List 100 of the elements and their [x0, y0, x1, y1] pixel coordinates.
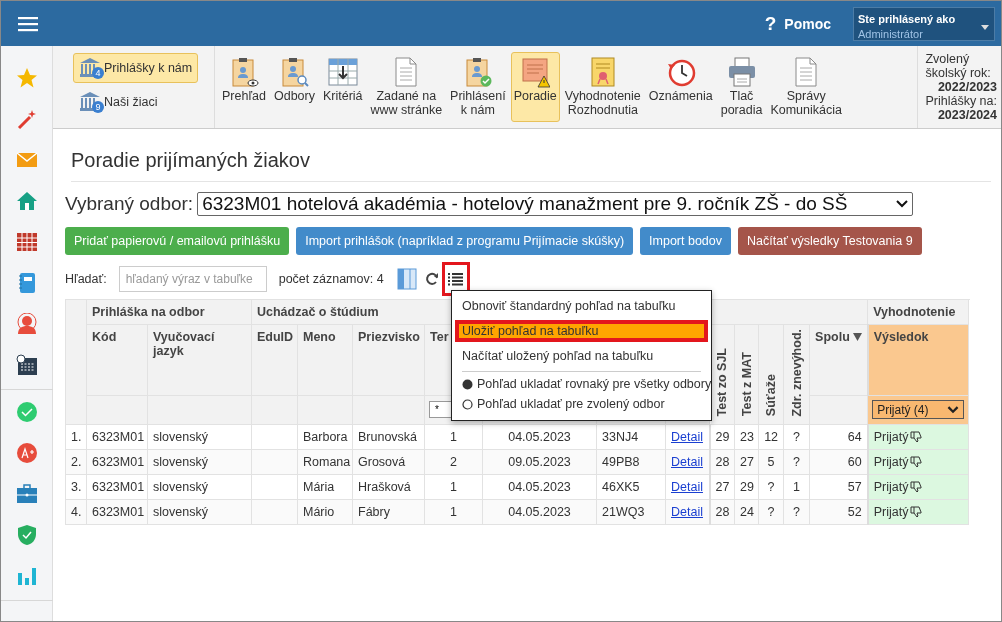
column-header: Meno [297, 324, 353, 396]
table-cell: 1 [424, 424, 483, 449]
thumbs-down-icon[interactable] [910, 455, 923, 468]
page-title: Poradie prijímaných žiakov [71, 149, 991, 182]
menu-item[interactable]: Uložiť pohľad na tabuľku [455, 320, 708, 342]
column-group-header: Prihláška na odbor [86, 299, 252, 325]
building-icon [79, 91, 101, 113]
toolbar-button[interactable]: Zadané na www stránke [367, 52, 446, 122]
applications-label: Prihlášky na: [925, 94, 997, 108]
toolbar-button[interactable]: Odbory [270, 52, 318, 122]
thumbs-down-icon[interactable] [910, 430, 923, 443]
refresh-icon[interactable] [424, 272, 439, 286]
user-name: Administrátor [858, 27, 923, 40]
toolbar-button[interactable]: Prehľad [219, 52, 269, 122]
table-cell: slovenský [147, 424, 252, 449]
action-button[interactable]: Načítať výsledky Testovania 9 [738, 227, 922, 255]
building-icon [79, 57, 101, 79]
table-cell: 04.05.2023 [482, 424, 597, 449]
column-header: Súťaže [764, 374, 779, 417]
table-cell: Brunovská [352, 424, 425, 449]
column-header[interactable]: Spolu [809, 324, 868, 396]
result-filter-dropdown[interactable]: Prijatý (4) [872, 400, 965, 420]
table-cell: ? [783, 424, 810, 449]
magic-wand-icon[interactable] [15, 108, 38, 130]
warning-document-icon [520, 56, 551, 88]
table-cell: 6323M01 [86, 424, 148, 449]
shield-icon[interactable] [15, 524, 38, 546]
year-label: Zvolený školský rok: [925, 52, 992, 80]
table-cell: 04.05.2023 [482, 474, 597, 499]
action-button[interactable]: Import prihlášok (napríklad z programu Prijímacie skúšky) [296, 227, 634, 255]
help-icon[interactable]: ? [764, 12, 777, 35]
column-header: Test z MAT [739, 352, 754, 417]
grade-circle-icon[interactable] [15, 442, 38, 464]
toolbar-button[interactable]: Správy Komunikácia [767, 52, 845, 122]
toolbar-button[interactable]: Prihlásení k nám [447, 52, 509, 122]
person-icon[interactable] [15, 313, 38, 335]
field-dropdown[interactable]: 6323M01 hotelová akadémia - hotelový manažment pre 9. ročník ZŠ - do SŠ [197, 192, 914, 216]
toolbar-button[interactable]: Tlač poradia [717, 52, 766, 122]
table-cell: 1. [65, 424, 87, 449]
column-header: Zdr. znevýhod. [789, 329, 804, 417]
home-icon[interactable] [15, 190, 38, 212]
menu-item[interactable]: Pohľad ukladať pre zvolený odbor [452, 394, 711, 414]
calendar-icon[interactable] [15, 354, 38, 376]
table-cell: 1 [424, 474, 483, 499]
clipboard-icon [279, 56, 310, 88]
briefcase-icon[interactable] [15, 483, 38, 505]
result-text: Prijatý [873, 504, 909, 519]
table-cell: 2. [65, 449, 87, 474]
search-label: Hľadať: [65, 272, 107, 286]
result-text: Prijatý [873, 479, 909, 494]
column-header: Výsledok [867, 324, 969, 396]
toolbar-button[interactable]: Poradie [510, 52, 560, 122]
table-cell: slovenský [147, 474, 252, 499]
caret-icon [947, 405, 960, 414]
search-field[interactable]: hľadaný výraz v tabuľke [118, 266, 267, 292]
record-count: počet záznamov: 4 [278, 272, 384, 286]
caret-icon [981, 24, 989, 30]
table-cell: 1 [783, 474, 810, 499]
table-cell: 12 [758, 424, 784, 449]
table-cell: 29 [709, 424, 735, 449]
table-cell: ? [758, 474, 784, 499]
column-header: Test zo SJL [715, 348, 730, 417]
table-cell: 04.05.2023 [482, 499, 597, 524]
column-header: Vyučovací jazyk [147, 324, 252, 396]
count-badge: 4 [92, 67, 104, 79]
menu-item[interactable]: Obnoviť štandardný pohľad na tabuľku [452, 296, 711, 316]
column-header: Priezvisko [352, 324, 425, 396]
table-cell: Mária [297, 474, 353, 499]
star-icon[interactable] [15, 67, 38, 89]
table-cell: 23 [734, 424, 759, 449]
help-link[interactable]: Pomoc [784, 15, 831, 32]
radio-button[interactable] [462, 378, 473, 390]
menu-icon[interactable] [18, 15, 38, 32]
sort-icon[interactable] [852, 333, 862, 341]
table-cell: 27 [709, 474, 735, 499]
user-dropdown[interactable]: Ste prihlásený ako Administrátor [853, 6, 995, 41]
toolbar-button[interactable]: 4 Prihlášky k nám [73, 53, 199, 83]
table-cell: Hrašková [352, 474, 425, 499]
table-cell: slovenský [147, 499, 252, 524]
toolbar-button[interactable]: Oznámenia [645, 52, 716, 122]
thumbs-down-icon[interactable] [910, 505, 923, 518]
columns-icon[interactable] [396, 268, 417, 290]
column-header: Kód [86, 324, 148, 396]
table-cell: slovenský [147, 449, 252, 474]
user-label: Ste prihlásený ako [858, 12, 956, 25]
toolbar-button[interactable]: Kritériá [319, 52, 366, 122]
grid-icon[interactable] [15, 231, 38, 253]
table-cell: 09.05.2023 [482, 449, 597, 474]
action-button[interactable]: Import bodov [640, 227, 731, 255]
result-text: Prijatý [873, 429, 909, 444]
result-text: Prijatý [873, 454, 909, 469]
check-circle-icon[interactable] [15, 401, 38, 423]
toolbar-button[interactable]: Vyhodnotenie Rozhodnutia [561, 52, 644, 122]
table-cell: 29 [734, 474, 759, 499]
table-cell: 46XK5 [596, 474, 666, 499]
toolbar-button[interactable]: 9 Naši žiaci [73, 87, 164, 117]
count-badge: 9 [92, 101, 104, 113]
thumbs-down-icon[interactable] [910, 480, 923, 493]
radio-button[interactable] [462, 398, 473, 410]
field-label: Vybraný odbor: [65, 193, 194, 215]
